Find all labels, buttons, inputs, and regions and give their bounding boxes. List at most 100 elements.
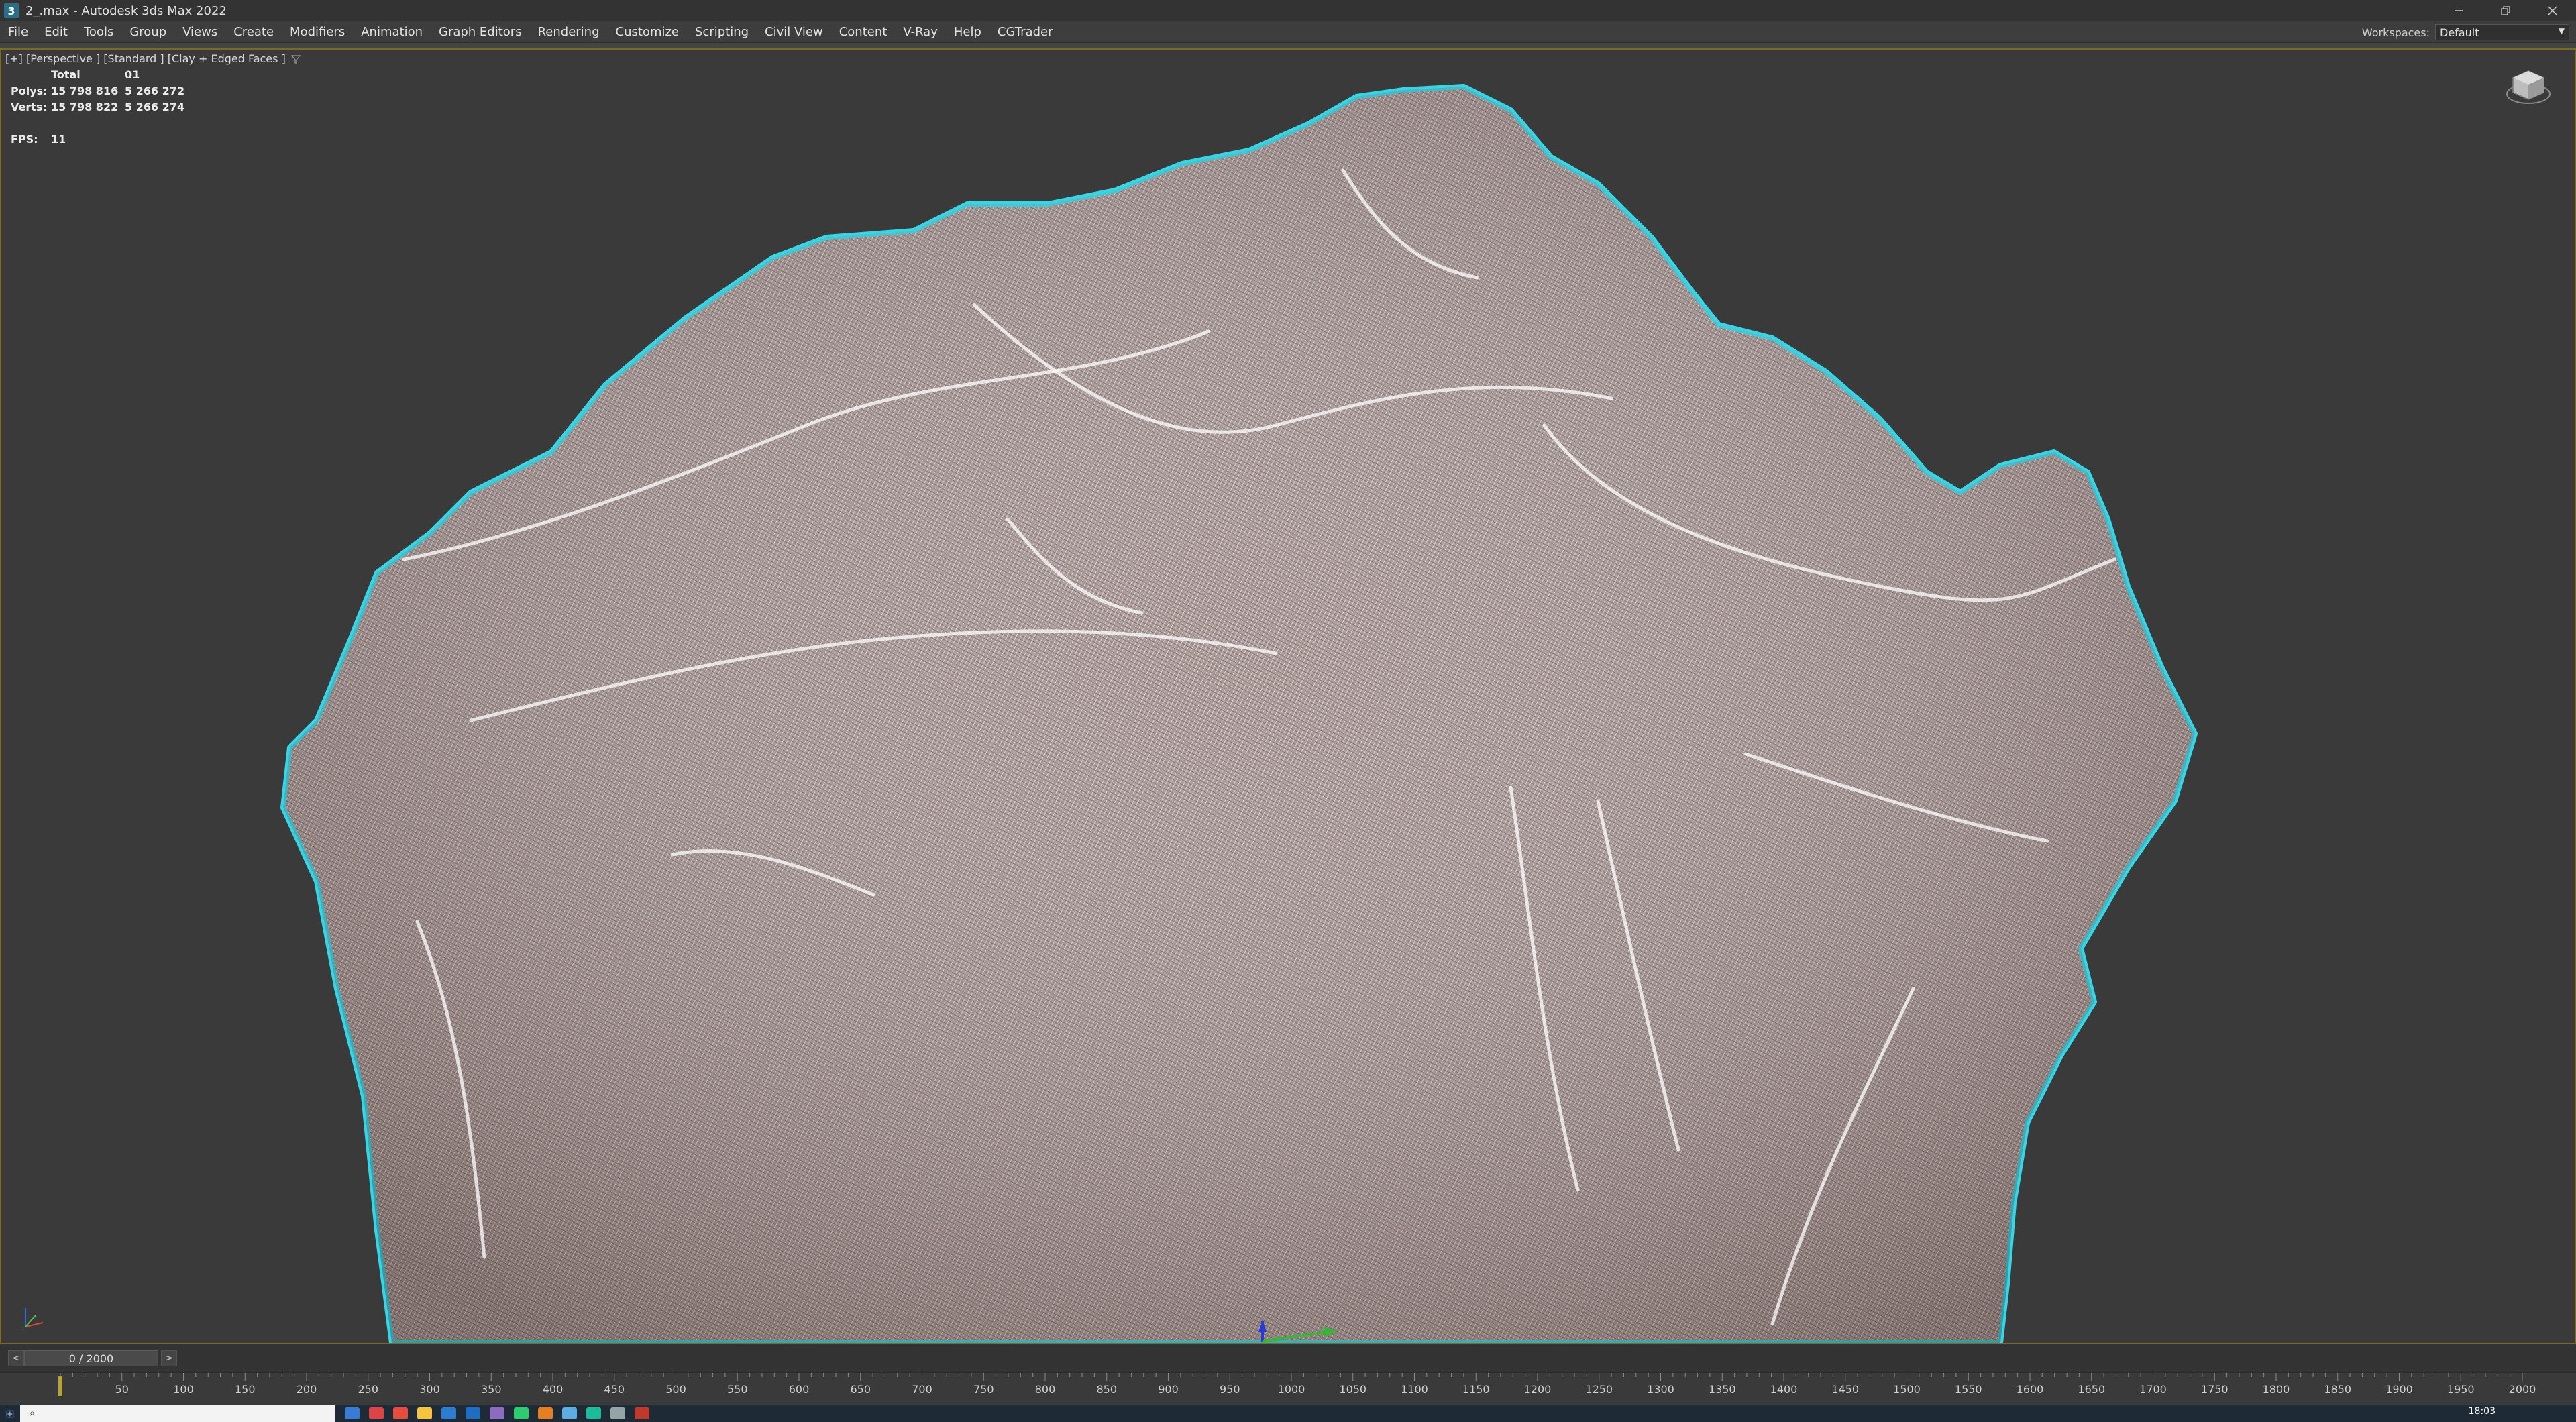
menu-customize[interactable]: Customize [608, 21, 687, 43]
track-tick-label: 1750 [2201, 1383, 2229, 1396]
track-tick-label: 1450 [1831, 1383, 1859, 1396]
track-tick-label: 1050 [1339, 1383, 1366, 1396]
search-icon: ⌕ [30, 1408, 35, 1419]
menu-rendering[interactable]: Rendering [530, 21, 608, 43]
current-frame-marker[interactable] [58, 1376, 62, 1396]
time-slider: < 0 / 2000 > [0, 1344, 2576, 1372]
track-tick-label: 550 [727, 1383, 748, 1396]
track-tick-label: 1950 [2447, 1383, 2475, 1396]
chevron-down-icon: ▼ [2558, 26, 2565, 36]
stats-header-total: Total [51, 68, 80, 81]
transform-gizmo-icon[interactable] [1242, 1317, 1350, 1344]
minimize-button[interactable] [2435, 0, 2482, 21]
viewport-label-text[interactable]: [+] [Perspective ] [Standard ] [Clay + E… [5, 52, 286, 65]
track-tick-label: 1400 [1770, 1383, 1798, 1396]
taskbar-app-icon[interactable] [610, 1407, 625, 1419]
polys-total: 15 798 816 [51, 85, 119, 97]
viewport-statistics: Total 01 Polys: 15 798 816 5 266 272 Ver… [11, 67, 184, 148]
track-tick-label: 50 [115, 1383, 129, 1396]
workspaces-label: Workspaces: [2361, 25, 2430, 39]
track-tick-label: 1100 [1401, 1383, 1428, 1396]
verts-total: 15 798 822 [51, 101, 119, 113]
app-icon[interactable]: 3 [4, 3, 19, 18]
menu-modifiers[interactable]: Modifiers [282, 21, 353, 43]
track-tick-label: 1250 [1585, 1383, 1613, 1396]
track-tick-label: 800 [1035, 1383, 1056, 1396]
stats-spacer [11, 67, 51, 83]
taskbar-app-icon[interactable] [417, 1407, 432, 1419]
window-title: 2_.max - Autodesk 3ds Max 2022 [25, 3, 227, 18]
track-bar[interactable]: 50 100 150 200 250 300 350 400 450 500 550 600 650 70… [0, 1372, 2576, 1405]
time-next-button[interactable]: > [161, 1350, 177, 1366]
track-tick-label: 1350 [1709, 1383, 1736, 1396]
axis-tripod-icon [25, 1308, 44, 1327]
perspective-viewport[interactable]: [+] [Perspective ] [Standard ] [Clay + E… [0, 48, 2576, 1344]
taskbar-app-icon[interactable] [466, 1407, 480, 1419]
filter-icon[interactable] [290, 54, 301, 64]
taskbar-app-icon[interactable] [490, 1407, 504, 1419]
start-icon[interactable]: ⊞ [0, 1405, 20, 1422]
time-prev-button[interactable]: < [8, 1350, 24, 1366]
title-bar: 3 2_.max - Autodesk 3ds Max 2022 [0, 0, 2576, 21]
track-tick-label: 200 [297, 1383, 317, 1396]
menu-create[interactable]: Create [225, 21, 282, 43]
taskbar-app-icon[interactable] [562, 1407, 577, 1419]
taskbar-app-icon[interactable] [441, 1407, 456, 1419]
track-tick-label: 450 [604, 1383, 625, 1396]
menu-cgtrader[interactable]: CGTrader [989, 21, 1061, 43]
os-taskbar: ⊞ ⌕ 18:03 [0, 1405, 2576, 1422]
track-tick-label: 1650 [2078, 1383, 2105, 1396]
menu-scripting[interactable]: Scripting [687, 21, 757, 43]
rock-mesh[interactable] [1, 50, 2575, 1343]
restore-icon [2501, 6, 2510, 15]
time-slider-handle[interactable]: 0 / 2000 [24, 1350, 158, 1366]
track-tick-label: 350 [481, 1383, 502, 1396]
track-tick-label: 400 [543, 1383, 564, 1396]
menu-tools[interactable]: Tools [76, 21, 121, 43]
close-button[interactable] [2529, 0, 2576, 21]
viewport-label[interactable]: [+] [Perspective ] [Standard ] [Clay + E… [5, 52, 301, 65]
track-tick-label: 600 [789, 1383, 810, 1396]
track-bar-ruler[interactable]: 50 100 150 200 250 300 350 400 450 500 550 600 650 70… [0, 1373, 2576, 1405]
menu-content[interactable]: Content [831, 21, 896, 43]
taskbar-app-icon[interactable] [538, 1407, 553, 1419]
menu-group[interactable]: Group [121, 21, 174, 43]
track-tick-label: 700 [912, 1383, 932, 1396]
fps-label: FPS: [11, 133, 38, 146]
taskbar-app-icon[interactable] [514, 1407, 529, 1419]
menu-vray[interactable]: V-Ray [895, 21, 946, 43]
track-tick-label: 850 [1096, 1383, 1117, 1396]
polys-label: Polys: [11, 85, 48, 97]
menu-graph-editors[interactable]: Graph Editors [431, 21, 530, 43]
minimize-icon [2455, 10, 2463, 11]
fps-value: 11 [51, 133, 66, 146]
taskbar-clock[interactable]: 18:03 [2469, 1406, 2496, 1417]
track-tick-label: 1600 [2017, 1383, 2044, 1396]
taskbar-app-icon[interactable] [586, 1407, 601, 1419]
taskbar-app-icon[interactable] [369, 1407, 384, 1419]
taskbar-app-icon[interactable] [393, 1407, 408, 1419]
workspace-dropdown[interactable]: Default ▼ [2435, 24, 2569, 40]
menu-animation[interactable]: Animation [353, 21, 431, 43]
verts-label: Verts: [11, 101, 47, 113]
taskbar-app-icon[interactable] [635, 1407, 649, 1419]
track-tick-label: 1000 [1278, 1383, 1305, 1396]
taskbar-app-icon[interactable] [345, 1407, 360, 1419]
menu-file[interactable]: File [0, 21, 36, 43]
stats-header-selected: 01 [125, 68, 140, 81]
viewcube-icon[interactable] [2505, 63, 2552, 110]
menu-edit[interactable]: Edit [36, 21, 76, 43]
track-tick-label: 1800 [2263, 1383, 2290, 1396]
menu-help[interactable]: Help [946, 21, 989, 43]
menu-civil-view[interactable]: Civil View [757, 21, 831, 43]
track-tick-label: 1150 [1462, 1383, 1490, 1396]
menu-views[interactable]: Views [174, 21, 225, 43]
close-icon [2548, 6, 2557, 15]
track-tick-label: 750 [973, 1383, 994, 1396]
menu-bar: File Edit Tools Group Views Create Modif… [0, 21, 2576, 43]
app-window: 3 2_.max - Autodesk 3ds Max 2022 File Ed… [0, 0, 2576, 1422]
restore-button[interactable] [2482, 0, 2529, 21]
track-tick-label: 1500 [1893, 1383, 1921, 1396]
track-tick-label: 150 [235, 1383, 256, 1396]
taskbar-search-field[interactable]: ⌕ [20, 1405, 335, 1422]
